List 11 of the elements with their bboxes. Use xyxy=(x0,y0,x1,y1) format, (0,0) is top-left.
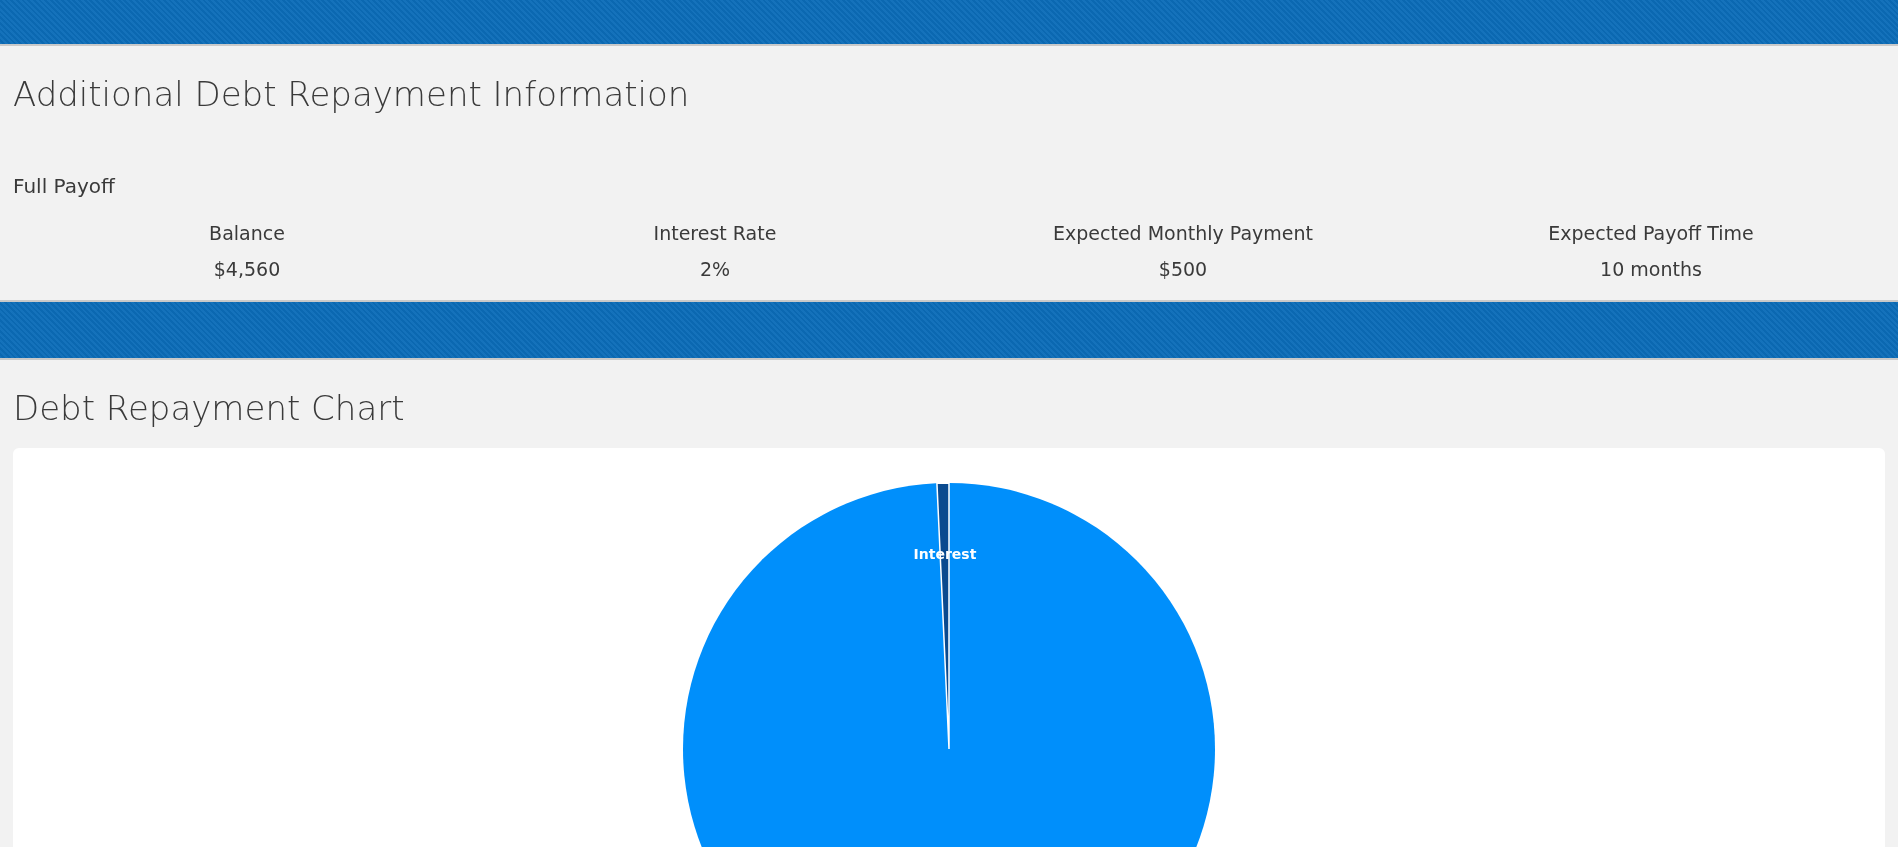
stat-value: 10 months xyxy=(1600,258,1702,280)
stat-value: $500 xyxy=(1158,258,1208,280)
stat-value: $4,560 xyxy=(213,258,281,280)
plan-name: Full Payoff xyxy=(13,174,117,200)
stat-label: Balance xyxy=(209,222,285,244)
stat-value: 2% xyxy=(699,258,731,280)
section-title: Additional Debt Repayment Information xyxy=(13,73,691,116)
section-title: Debt Repayment Chart xyxy=(13,387,406,430)
stat-label: Expected Payoff Time xyxy=(1548,222,1754,244)
stat-label: Expected Monthly Payment xyxy=(1053,222,1313,244)
stat-label: Interest Rate xyxy=(653,222,777,244)
